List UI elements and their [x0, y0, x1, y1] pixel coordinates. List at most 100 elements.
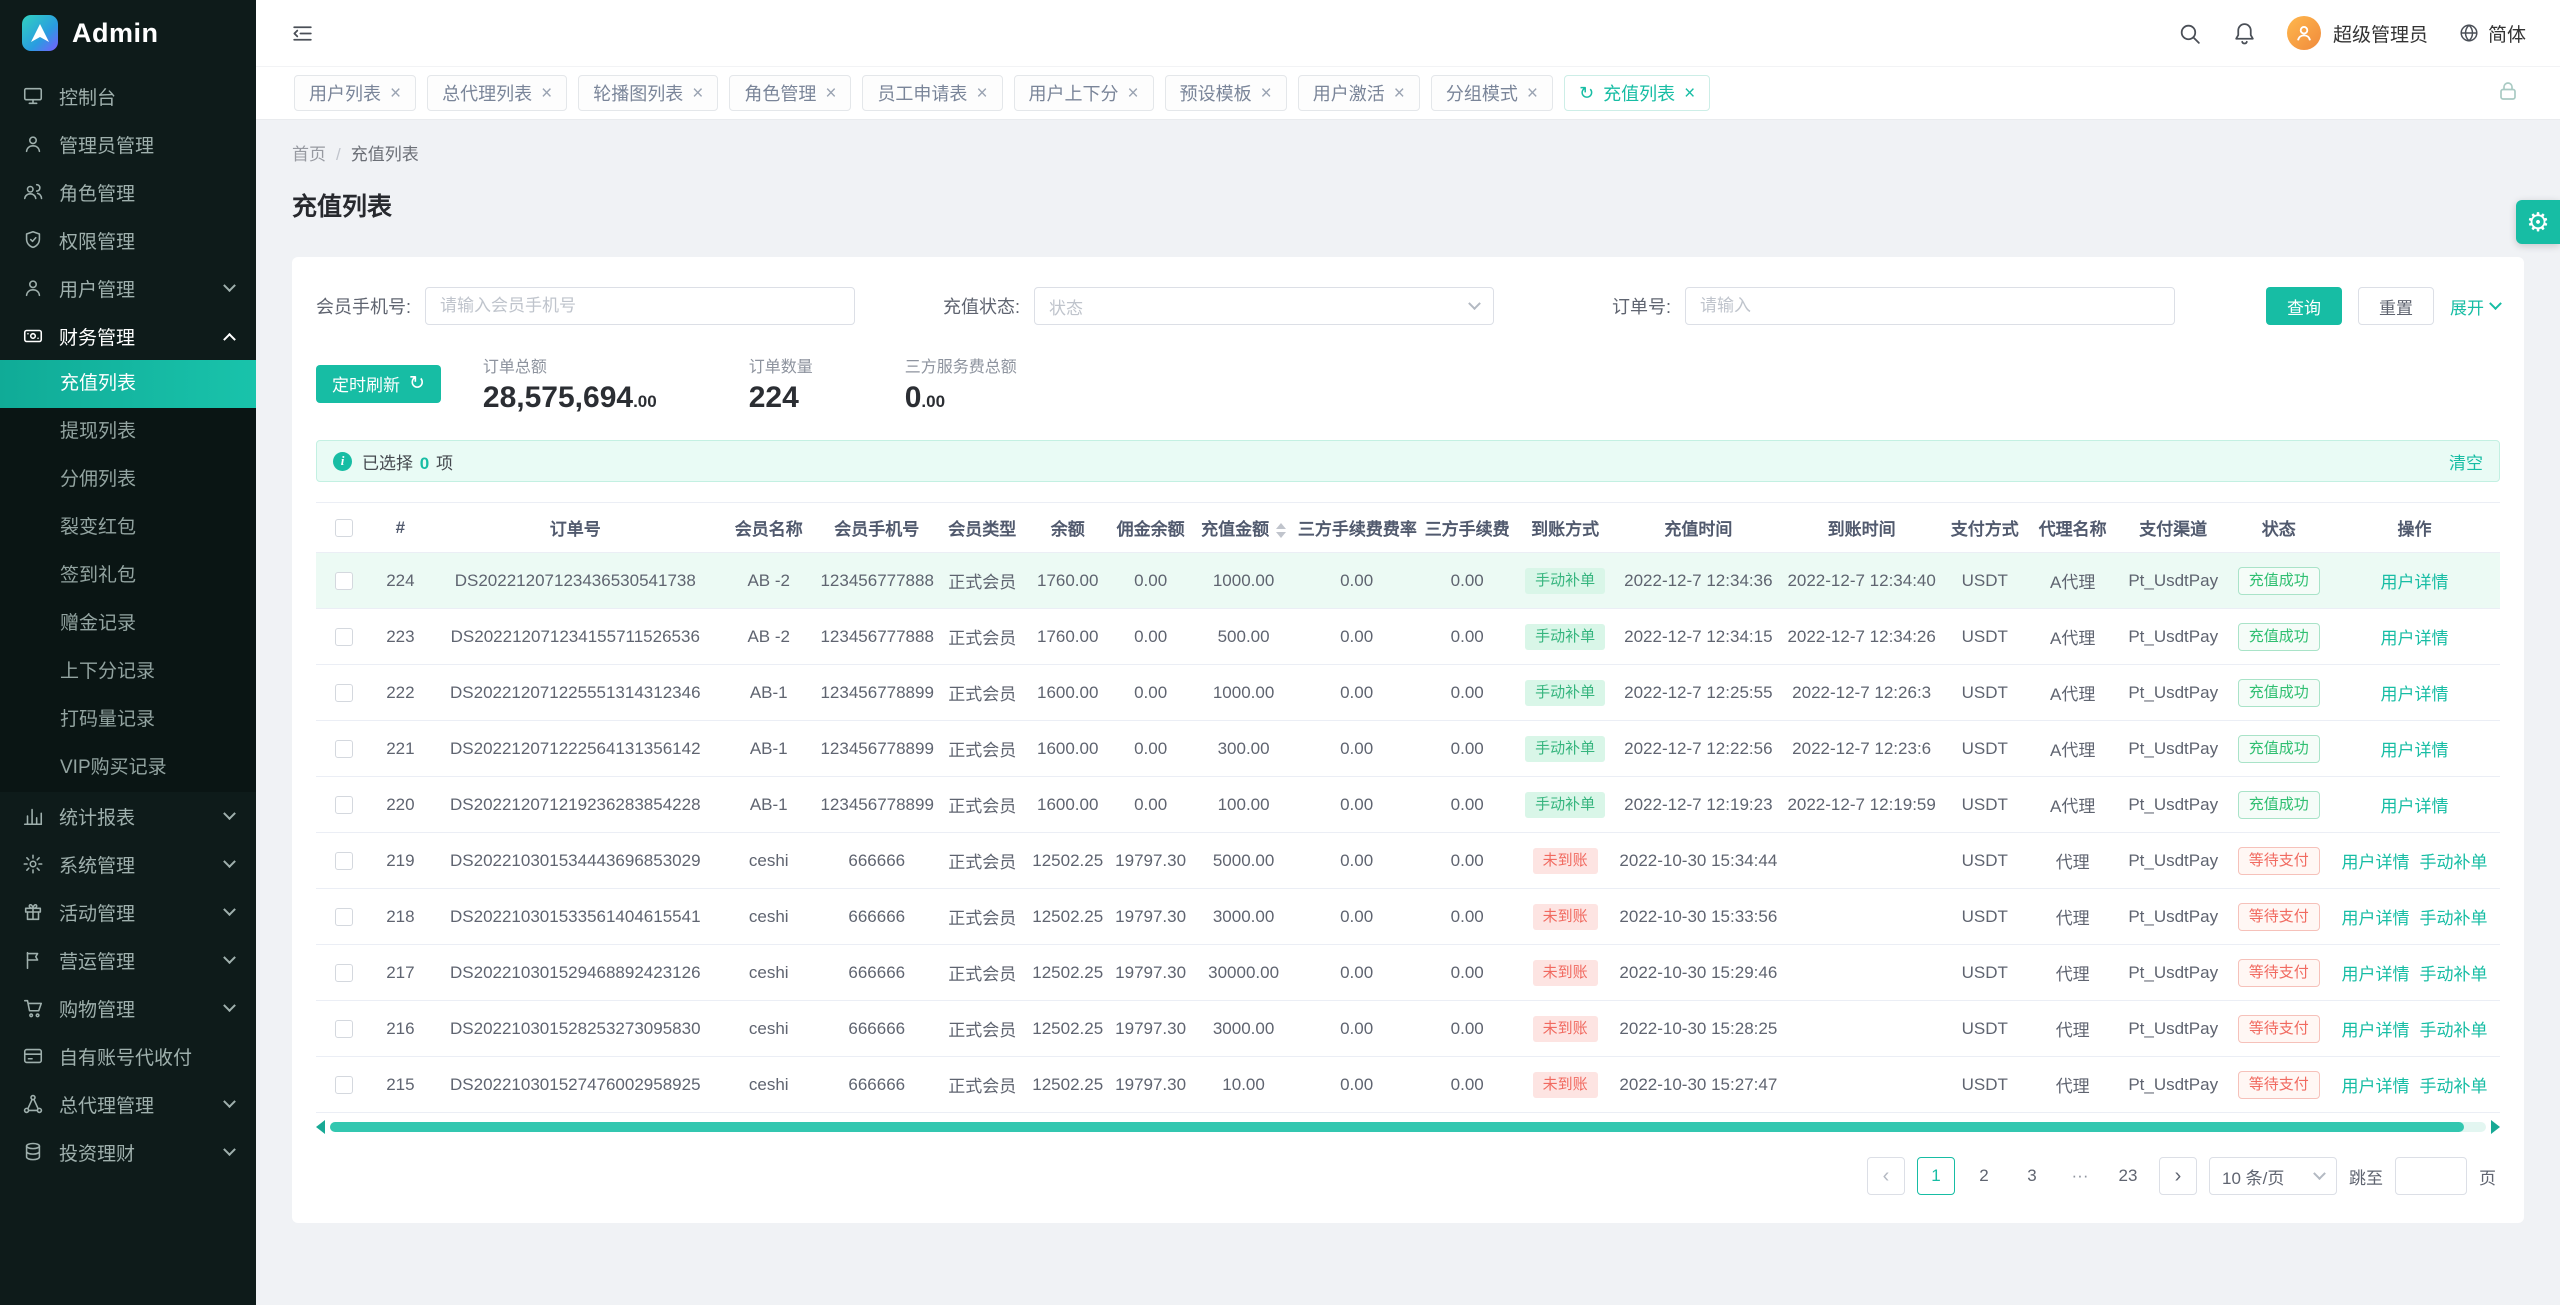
close-icon[interactable]: ×: [1128, 84, 1139, 103]
scroll-right-arrow-icon[interactable]: [2491, 1120, 2500, 1134]
action-link[interactable]: 手动补单: [2419, 1077, 2487, 1096]
sidebar-item[interactable]: 管理员管理: [0, 120, 256, 168]
sidebar-subitem[interactable]: VIP购买记录: [0, 744, 256, 792]
prev-page-button[interactable]: ‹: [1867, 1157, 1905, 1195]
language-switcher[interactable]: 简体: [2458, 20, 2526, 47]
status-filter-select[interactable]: 状态: [1034, 287, 1494, 325]
close-icon[interactable]: ×: [1684, 84, 1695, 103]
auto-refresh-button[interactable]: 定时刷新 ↻: [316, 365, 441, 403]
sidebar-item[interactable]: 系统管理: [0, 840, 256, 888]
refresh-icon[interactable]: ↻: [1579, 84, 1594, 102]
sidebar-subitem[interactable]: 签到礼包: [0, 552, 256, 600]
app-logo[interactable]: Admin: [0, 0, 256, 66]
phone-filter-input[interactable]: [425, 287, 855, 325]
close-icon[interactable]: ×: [541, 84, 552, 103]
tab-item[interactable]: 用户上下分×: [1014, 75, 1154, 111]
action-link[interactable]: 手动补单: [2419, 909, 2487, 928]
row-checkbox[interactable]: [335, 1076, 353, 1094]
action-link[interactable]: 用户详情: [2341, 909, 2409, 928]
close-icon[interactable]: ×: [1261, 84, 1272, 103]
tab-item[interactable]: 轮播图列表×: [578, 75, 718, 111]
sidebar-item[interactable]: 购物管理: [0, 984, 256, 1032]
sidebar-collapse-button[interactable]: [290, 21, 315, 46]
sidebar-subitem[interactable]: 提现列表: [0, 408, 256, 456]
table-row[interactable]: 219DS202210301534443696853029ceshi666666…: [316, 833, 2500, 889]
action-link[interactable]: 用户详情: [2341, 1077, 2409, 1096]
row-checkbox[interactable]: [335, 628, 353, 646]
sidebar-item[interactable]: 自有账号代收付: [0, 1032, 256, 1080]
scrollbar-thumb[interactable]: [330, 1122, 2464, 1132]
sidebar-item[interactable]: 活动管理: [0, 888, 256, 936]
row-checkbox[interactable]: [335, 796, 353, 814]
action-link[interactable]: 用户详情: [2380, 573, 2448, 592]
sidebar-item[interactable]: 财务管理: [0, 312, 256, 360]
tab-item[interactable]: 角色管理×: [729, 75, 851, 111]
row-checkbox[interactable]: [335, 572, 353, 590]
action-link[interactable]: 用户详情: [2341, 965, 2409, 984]
close-icon[interactable]: ×: [825, 84, 836, 103]
close-icon[interactable]: ×: [1394, 84, 1405, 103]
bell-icon[interactable]: [2232, 21, 2257, 46]
action-link[interactable]: 手动补单: [2419, 965, 2487, 984]
clear-selection-link[interactable]: 清空: [2449, 449, 2483, 474]
sidebar-item[interactable]: 权限管理: [0, 216, 256, 264]
action-link[interactable]: 用户详情: [2380, 797, 2448, 816]
row-checkbox[interactable]: [335, 852, 353, 870]
action-link[interactable]: 手动补单: [2419, 1021, 2487, 1040]
page-number-button[interactable]: 3: [2013, 1157, 2051, 1195]
row-checkbox[interactable]: [335, 964, 353, 982]
sidebar-item[interactable]: 统计报表: [0, 792, 256, 840]
sidebar-item[interactable]: 控制台: [0, 72, 256, 120]
settings-gear-button[interactable]: ⚙: [2516, 200, 2560, 244]
table-row[interactable]: 221DS202212071222564131356142AB-11234567…: [316, 721, 2500, 777]
sidebar-item[interactable]: 投资理财: [0, 1128, 256, 1176]
close-icon[interactable]: ×: [976, 84, 987, 103]
scroll-left-arrow-icon[interactable]: [316, 1120, 325, 1134]
sidebar-item[interactable]: 营运管理: [0, 936, 256, 984]
column-header[interactable]: 充值金额: [1193, 503, 1294, 553]
row-checkbox[interactable]: [335, 740, 353, 758]
table-row[interactable]: 216DS202210301528253273095830ceshi666666…: [316, 1001, 2500, 1057]
table-row[interactable]: 215DS202210301527476002958925ceshi666666…: [316, 1057, 2500, 1113]
page-size-select[interactable]: 10 条/页: [2209, 1157, 2337, 1195]
action-link[interactable]: 用户详情: [2341, 1021, 2409, 1040]
tab-item[interactable]: 员工申请表×: [862, 75, 1002, 111]
user-menu[interactable]: 超级管理员: [2287, 16, 2428, 50]
sidebar-item[interactable]: 用户管理: [0, 264, 256, 312]
sidebar-subitem[interactable]: 充值列表: [0, 360, 256, 408]
action-link[interactable]: 用户详情: [2341, 853, 2409, 872]
page-number-button[interactable]: 23: [2109, 1157, 2147, 1195]
close-icon[interactable]: ×: [390, 84, 401, 103]
sidebar-subitem[interactable]: 裂变红包: [0, 504, 256, 552]
jump-page-input[interactable]: [2395, 1157, 2467, 1195]
table-row[interactable]: 223DS202212071234155711526536AB -2123456…: [316, 609, 2500, 665]
sidebar-subitem[interactable]: 上下分记录: [0, 648, 256, 696]
next-page-button[interactable]: ›: [2159, 1157, 2197, 1195]
action-link[interactable]: 用户详情: [2380, 629, 2448, 648]
action-link[interactable]: 手动补单: [2419, 853, 2487, 872]
sort-carets-icon[interactable]: [1276, 523, 1286, 538]
sidebar-item[interactable]: 角色管理: [0, 168, 256, 216]
row-checkbox[interactable]: [335, 684, 353, 702]
action-link[interactable]: 用户详情: [2380, 741, 2448, 760]
breadcrumb-home[interactable]: 首页: [292, 145, 326, 164]
lock-icon[interactable]: [2496, 79, 2520, 108]
action-link[interactable]: 用户详情: [2380, 685, 2448, 704]
search-button[interactable]: 查询: [2266, 287, 2342, 325]
page-number-button[interactable]: 2: [1965, 1157, 2003, 1195]
sidebar-subitem[interactable]: 打码量记录: [0, 696, 256, 744]
select-all-checkbox[interactable]: [335, 519, 353, 537]
search-icon[interactable]: [2177, 21, 2202, 46]
table-row[interactable]: 220DS202212071219236283854228AB-11234567…: [316, 777, 2500, 833]
page-number-button[interactable]: 1: [1917, 1157, 1955, 1195]
table-row[interactable]: 224DS20221207123436530541738AB -21234567…: [316, 553, 2500, 609]
tab-item[interactable]: 预设模板×: [1165, 75, 1287, 111]
tab-item[interactable]: 总代理列表×: [427, 75, 567, 111]
horizontal-scrollbar[interactable]: [316, 1119, 2500, 1135]
table-row[interactable]: 218DS202210301533561404615541ceshi666666…: [316, 889, 2500, 945]
row-checkbox[interactable]: [335, 1020, 353, 1038]
expand-toggle[interactable]: 展开: [2450, 294, 2500, 319]
tab-item[interactable]: 用户列表×: [294, 75, 416, 111]
tab-item[interactable]: ↻充值列表×: [1564, 75, 1710, 111]
order-filter-input[interactable]: [1685, 287, 2175, 325]
